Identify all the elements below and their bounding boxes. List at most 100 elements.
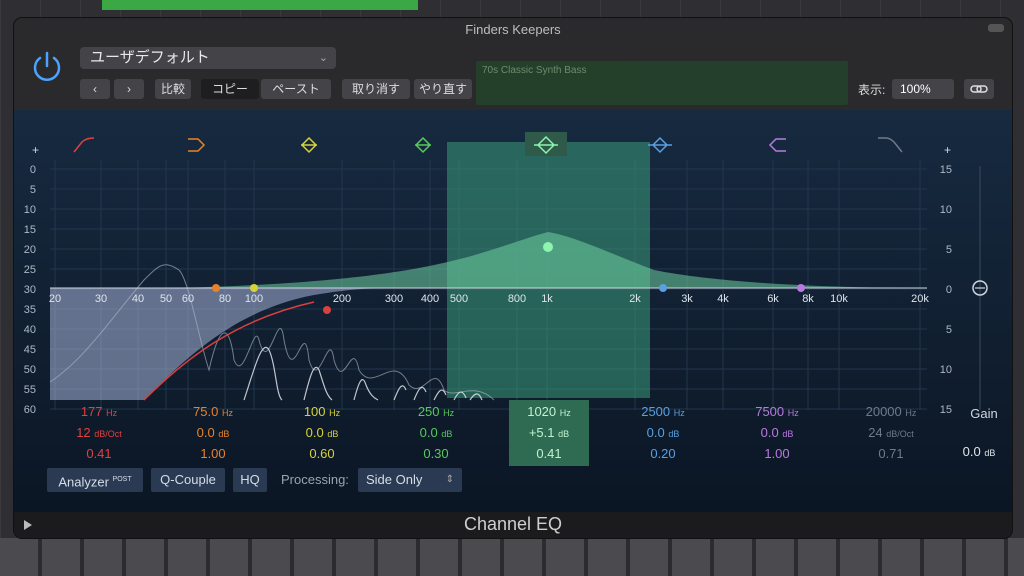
band-frequency[interactable]: 1020 Hz	[509, 402, 589, 423]
db-left-tick: 60	[24, 404, 36, 416]
mixer-strips-background	[0, 538, 1024, 576]
redo-button[interactable]: やり直す	[414, 79, 472, 99]
window-close-button[interactable]	[988, 24, 1004, 32]
band-q[interactable]: 0.41	[59, 444, 139, 464]
link-icon	[970, 85, 988, 93]
db-left-tick: 20	[24, 244, 36, 256]
plugin-footer: Channel EQ	[14, 512, 1012, 538]
band-gain[interactable]: 0.0 dB	[282, 423, 362, 444]
eq-panel: 0 5 10 15 20 25 30 35 40 45 50 55 60 15 10 5 0 5 10 15 20 3…	[14, 110, 1012, 512]
band-q[interactable]: 0.60	[282, 444, 362, 464]
band-gain[interactable]: 0.0 dB	[737, 423, 817, 444]
band-readout-8[interactable]: 20000 Hz 24 dB/Oct 0.71	[851, 402, 931, 464]
band-q[interactable]: 0.30	[396, 444, 476, 464]
db-left-tick: 55	[24, 384, 36, 396]
freq-tick: 50	[160, 293, 172, 305]
freq-tick: 300	[385, 293, 403, 305]
add-right-plus[interactable]: +	[944, 143, 951, 157]
band-readout-3[interactable]: 100 Hz 0.0 dB 0.60	[282, 402, 362, 464]
freq-tick: 1k	[541, 293, 553, 305]
freq-tick: 30	[95, 293, 107, 305]
zoom-select[interactable]: 100%	[892, 79, 954, 99]
db-left-tick: 30	[24, 284, 36, 296]
view-label: 表示:	[858, 83, 886, 97]
band-frequency[interactable]: 7500 Hz	[737, 402, 817, 423]
band-gain[interactable]: 0.0 dB	[623, 423, 703, 444]
band-readout-6[interactable]: 2500 Hz 0.0 dB 0.20	[623, 402, 703, 464]
chevron-down-icon: ⌄	[318, 52, 328, 64]
band-node-1[interactable]	[323, 306, 331, 314]
db-right-tick: 10	[940, 364, 952, 376]
band-node-3[interactable]	[250, 284, 258, 292]
power-icon[interactable]	[30, 50, 64, 84]
background-region	[102, 0, 418, 10]
band-frequency[interactable]: 177 Hz	[59, 402, 139, 423]
band-node-6[interactable]	[659, 284, 667, 292]
band-gain[interactable]: 0.0 dB	[396, 423, 476, 444]
band-readout-1[interactable]: 177 Hz 12 dB/Oct 0.41	[59, 402, 139, 464]
compare-button[interactable]: 比較	[155, 79, 191, 99]
processing-value: Side Only	[366, 472, 423, 487]
next-preset-button[interactable]: ›	[114, 79, 144, 99]
band-q[interactable]: 1.00	[173, 444, 253, 464]
band-readout-2[interactable]: 75.0 Hz 0.0 dB 1.00	[173, 402, 253, 464]
db-right-tick: 15	[940, 164, 952, 176]
db-left-tick: 10	[24, 204, 36, 216]
background-track-region: 70s Classic Synth Bass	[476, 61, 848, 105]
chevron-right-icon: ›	[127, 82, 131, 96]
band-frequency[interactable]: 75.0 Hz	[173, 402, 253, 423]
q-couple-button[interactable]: Q-Couple	[151, 468, 225, 492]
analyzer-label: Analyzer	[58, 474, 109, 490]
db-right-tick: 0	[946, 284, 952, 296]
freq-tick: 40	[132, 293, 144, 305]
add-left-plus[interactable]: +	[32, 143, 39, 157]
band-gain[interactable]: 12 dB/Oct	[59, 423, 139, 444]
processing-label: Processing:	[281, 472, 349, 487]
band-readout-4[interactable]: 250 Hz 0.0 dB 0.30	[396, 402, 476, 464]
band-node-2[interactable]	[212, 284, 220, 292]
band-q[interactable]: 0.20	[623, 444, 703, 464]
preset-label: ユーザデフォルト	[90, 49, 210, 66]
freq-tick: 2k	[629, 293, 641, 305]
undo-button[interactable]: 取り消す	[342, 79, 410, 99]
db-right-tick: 15	[940, 404, 952, 416]
band-frequency[interactable]: 100 Hz	[282, 402, 362, 423]
band-q[interactable]: 0.41	[509, 444, 589, 464]
paste-button[interactable]: ペースト	[261, 79, 331, 99]
band-q[interactable]: 0.71	[851, 444, 931, 464]
db-left-tick: 5	[30, 184, 36, 196]
band-gain[interactable]: +5.1 dB	[509, 423, 589, 444]
band-frequency[interactable]: 20000 Hz	[851, 402, 931, 423]
preset-menu[interactable]: ユーザデフォルト ⌄	[80, 47, 336, 69]
db-left-tick: 0	[30, 164, 36, 176]
copy-button[interactable]: コピー	[201, 79, 259, 99]
freq-tick: 400	[421, 293, 439, 305]
band-readout-7[interactable]: 7500 Hz 0.0 dB 1.00	[737, 402, 817, 464]
analyzer-button[interactable]: Analyzer POST	[47, 468, 143, 492]
band-node-7[interactable]	[797, 284, 805, 292]
gain-label: Gain	[970, 406, 998, 421]
link-button[interactable]	[964, 79, 994, 99]
band-frequency[interactable]: 250 Hz	[396, 402, 476, 423]
gain-value[interactable]: 0.0 dB	[954, 444, 1004, 459]
freq-tick: 20	[49, 293, 61, 305]
db-left-tick: 35	[24, 304, 36, 316]
band-gain[interactable]: 24 dB/Oct	[851, 423, 931, 444]
hq-button[interactable]: HQ	[233, 468, 267, 492]
processing-select[interactable]: Side Only ⇕	[358, 468, 462, 492]
db-left-tick: 25	[24, 264, 36, 276]
freq-tick: 100	[245, 293, 263, 305]
zoom-value: 100%	[900, 82, 931, 96]
band-readout-5[interactable]: 1020 Hz +5.1 dB 0.41	[509, 400, 589, 466]
band-q[interactable]: 1.00	[737, 444, 817, 464]
freq-tick: 500	[450, 293, 468, 305]
prev-preset-button[interactable]: ‹	[80, 79, 110, 99]
freq-tick: 60	[182, 293, 194, 305]
band-gain[interactable]: 0.0 dB	[173, 423, 253, 444]
freq-tick: 8k	[802, 293, 814, 305]
band-node-5[interactable]	[543, 242, 553, 252]
freq-tick: 3k	[681, 293, 693, 305]
db-right-tick: 5	[946, 244, 952, 256]
updown-chevron-icon: ⇕	[445, 474, 454, 485]
band-frequency[interactable]: 2500 Hz	[623, 402, 703, 423]
